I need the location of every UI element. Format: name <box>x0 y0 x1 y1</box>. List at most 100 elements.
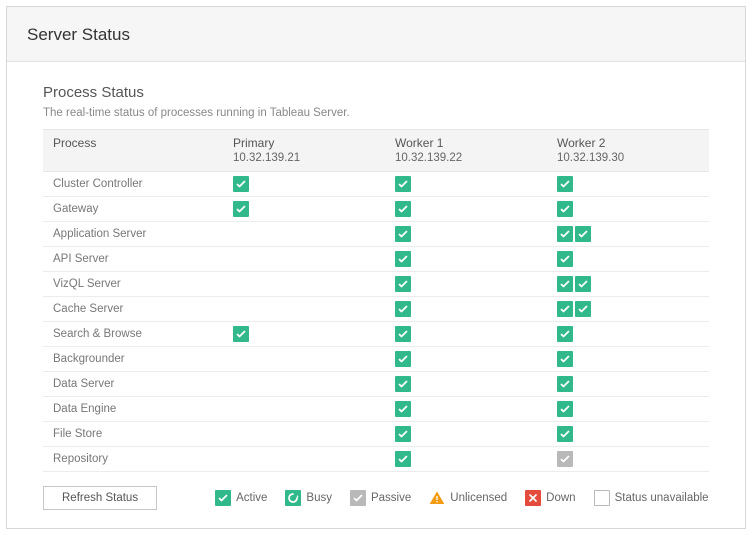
check-icon <box>557 301 573 317</box>
content: Process Status The real-time status of p… <box>7 62 745 528</box>
table-row: Data Server <box>43 372 709 397</box>
table-row: File Store <box>43 422 709 447</box>
status-cell <box>385 197 547 222</box>
status-cell <box>547 422 709 447</box>
check-icon <box>395 376 411 392</box>
process-name: VizQL Server <box>43 272 223 297</box>
legend-down: Down <box>525 490 575 506</box>
status-cell <box>547 372 709 397</box>
column-header-process: Process <box>43 130 223 172</box>
legend-busy: Busy <box>285 490 332 506</box>
status-cell <box>385 297 547 322</box>
status-cell <box>385 272 547 297</box>
status-cell <box>223 197 385 222</box>
check-icon <box>557 326 573 342</box>
table-row: Data Engine <box>43 397 709 422</box>
status-cell <box>547 272 709 297</box>
table-row: VizQL Server <box>43 272 709 297</box>
status-table-head: Process Primary 10.32.139.21 Worker 1 10… <box>43 130 709 172</box>
status-cell <box>385 322 547 347</box>
column-header-worker-2: Worker 2 10.32.139.30 <box>547 130 709 172</box>
status-cell <box>223 172 385 197</box>
check-icon <box>215 490 231 506</box>
footer: Refresh Status Active Busy Passive Unlic… <box>43 472 709 510</box>
status-cell <box>385 422 547 447</box>
refresh-status-button[interactable]: Refresh Status <box>43 486 157 510</box>
page-title: Server Status <box>7 7 745 62</box>
process-name: Application Server <box>43 222 223 247</box>
column-header-worker-1: Worker 1 10.32.139.22 <box>385 130 547 172</box>
status-cell <box>223 422 385 447</box>
check-icon <box>395 251 411 267</box>
section-title: Process Status <box>43 84 709 101</box>
status-cell <box>385 347 547 372</box>
status-cell <box>547 222 709 247</box>
process-name: Data Server <box>43 372 223 397</box>
status-cell <box>547 397 709 422</box>
process-name: Search & Browse <box>43 322 223 347</box>
status-cell <box>547 247 709 272</box>
legend: Active Busy Passive Unlicensed Down <box>215 490 709 506</box>
check-icon <box>350 490 366 506</box>
check-icon <box>395 351 411 367</box>
status-table-body: Cluster ControllerGatewayApplication Ser… <box>43 172 709 472</box>
status-cell <box>385 222 547 247</box>
legend-unlicensed: Unlicensed <box>429 490 507 506</box>
spinner-icon <box>285 490 301 506</box>
process-name: Cluster Controller <box>43 172 223 197</box>
status-cell <box>223 222 385 247</box>
process-name: Cache Server <box>43 297 223 322</box>
process-name: Data Engine <box>43 397 223 422</box>
table-row: API Server <box>43 247 709 272</box>
table-row: Search & Browse <box>43 322 709 347</box>
status-cell <box>385 447 547 472</box>
status-cell <box>547 172 709 197</box>
status-cell <box>547 447 709 472</box>
process-name: Repository <box>43 447 223 472</box>
status-cell <box>223 372 385 397</box>
empty-box-icon <box>594 490 610 506</box>
status-cell <box>223 447 385 472</box>
check-icon <box>575 276 591 292</box>
check-icon <box>395 401 411 417</box>
check-icon <box>557 401 573 417</box>
check-icon <box>557 426 573 442</box>
check-icon <box>395 226 411 242</box>
status-cell <box>385 247 547 272</box>
status-cell <box>547 297 709 322</box>
status-cell <box>223 322 385 347</box>
check-icon <box>557 201 573 217</box>
section-description: The real-time status of processes runnin… <box>43 107 709 119</box>
status-cell <box>385 397 547 422</box>
check-icon <box>575 226 591 242</box>
process-name: Gateway <box>43 197 223 222</box>
check-icon <box>395 326 411 342</box>
table-row: Repository <box>43 447 709 472</box>
check-icon <box>557 251 573 267</box>
table-row: Cluster Controller <box>43 172 709 197</box>
server-status-panel: Server Status Process Status The real-ti… <box>6 6 746 529</box>
process-name: Backgrounder <box>43 347 223 372</box>
table-row: Cache Server <box>43 297 709 322</box>
x-icon <box>525 490 541 506</box>
check-icon <box>233 176 249 192</box>
status-table: Process Primary 10.32.139.21 Worker 1 10… <box>43 129 709 472</box>
status-cell <box>547 197 709 222</box>
status-cell <box>223 272 385 297</box>
check-icon <box>557 226 573 242</box>
status-cell <box>223 297 385 322</box>
check-icon <box>395 426 411 442</box>
legend-passive: Passive <box>350 490 411 506</box>
process-name: API Server <box>43 247 223 272</box>
status-cell <box>385 372 547 397</box>
check-icon <box>233 326 249 342</box>
check-icon <box>557 376 573 392</box>
column-header-primary: Primary 10.32.139.21 <box>223 130 385 172</box>
legend-active: Active <box>215 490 267 506</box>
table-row: Backgrounder <box>43 347 709 372</box>
table-row: Gateway <box>43 197 709 222</box>
check-icon <box>395 276 411 292</box>
check-icon <box>557 176 573 192</box>
status-cell <box>223 347 385 372</box>
status-cell <box>547 322 709 347</box>
